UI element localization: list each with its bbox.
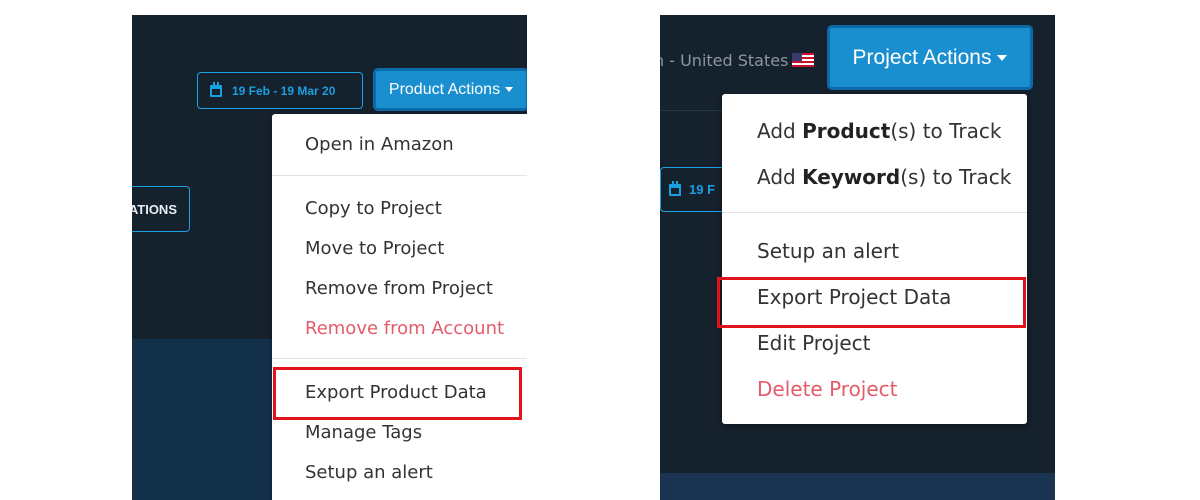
partial-actions-label: ATIONS <box>132 201 177 217</box>
calendar-icon <box>669 180 681 196</box>
highlight-box <box>717 277 1026 328</box>
menu-item-add-keywords[interactable]: Add Keyword(s) to Track <box>757 165 1027 189</box>
marketplace-label: n - United States <box>660 51 815 70</box>
product-actions-button[interactable]: Product Actions <box>373 68 527 111</box>
menu-item-move-to-project[interactable]: Move to Project <box>305 238 527 259</box>
product-actions-label: Product Actions <box>388 80 501 98</box>
menu-item-delete-project[interactable]: Delete Project <box>757 377 1027 401</box>
menu-item-remove-from-account[interactable]: Remove from Account <box>305 318 527 339</box>
menu-item-manage-tags[interactable]: Manage Tags <box>305 422 527 443</box>
date-range-label: 19 F <box>689 182 716 197</box>
product-actions-menu: Open in Amazon Copy to Project Move to P… <box>272 114 527 500</box>
menu-item-add-products[interactable]: Add Product(s) to Track <box>757 119 1027 143</box>
partial-actions-button[interactable]: ATIONS <box>132 186 190 232</box>
menu-divider <box>722 212 1027 213</box>
calendar-icon <box>210 81 222 97</box>
caret-down-icon <box>997 54 1008 61</box>
project-actions-panel: n - United States Project Actions 19 F A… <box>660 15 1055 500</box>
menu-item-remove-from-project[interactable]: Remove from Project <box>305 278 527 299</box>
header-divider <box>660 110 724 111</box>
menu-item-open-in-amazon[interactable]: Open in Amazon <box>305 134 527 155</box>
menu-item-copy-to-project[interactable]: Copy to Project <box>305 198 527 219</box>
project-actions-button[interactable]: Project Actions <box>827 25 1033 90</box>
menu-item-setup-alert[interactable]: Setup an alert <box>305 462 527 483</box>
project-actions-label: Project Actions <box>852 45 992 69</box>
date-range-button[interactable]: 19 F <box>660 167 730 212</box>
menu-divider <box>272 358 527 359</box>
caret-down-icon <box>505 87 514 92</box>
us-flag-icon <box>792 53 815 67</box>
date-range-button[interactable]: 19 Feb - 19 Mar 20 <box>197 72 363 109</box>
content-band <box>660 473 1055 500</box>
highlight-box <box>273 367 522 420</box>
date-range-label: 19 Feb - 19 Mar 20 <box>232 83 336 98</box>
product-actions-panel: 19 Feb - 19 Mar 20 Product Actions ATION… <box>132 15 527 500</box>
menu-item-setup-alert[interactable]: Setup an alert <box>757 239 1027 263</box>
project-actions-menu: Add Product(s) to Track Add Keyword(s) t… <box>722 94 1027 424</box>
menu-item-edit-project[interactable]: Edit Project <box>757 331 1027 355</box>
menu-divider <box>272 175 527 176</box>
